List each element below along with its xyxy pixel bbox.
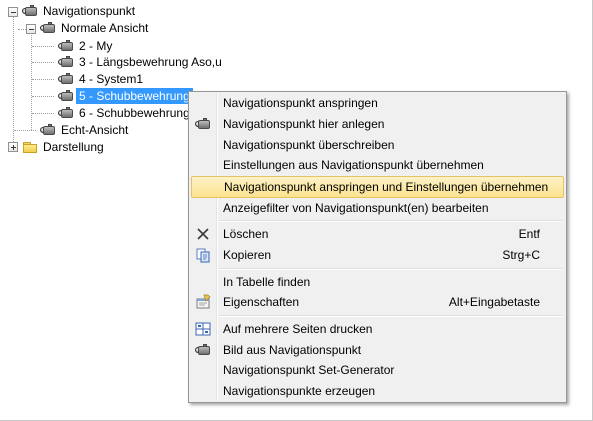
- tree-node-label: Echt-Ansicht: [61, 123, 129, 137]
- camera-icon: [58, 106, 74, 120]
- menu-item-auf-mehrere-seiten-drucken[interactable]: Auf mehrere Seiten drucken: [191, 319, 564, 339]
- menu-item-label: Navigationspunkt überschreiben: [223, 138, 395, 152]
- tree-node-normale-ansicht[interactable]: Normale Ansicht: [40, 20, 151, 36]
- menu-item-label: Navigationspunkt hier anlegen: [223, 117, 385, 131]
- menu-item-label: Auf mehrere Seiten drucken: [223, 322, 373, 336]
- tree-node-label: 3 - Längsbewehrung Aso,u: [79, 55, 222, 69]
- tree-node-echt-ansicht[interactable]: Echt-Ansicht: [40, 122, 131, 138]
- menu-item-shortcut: Entf: [518, 227, 540, 241]
- menu-item-label: Navigationspunkt anspringen und Einstell…: [224, 180, 549, 194]
- menu-item-set-generator[interactable]: Navigationspunkt Set-Generator: [191, 360, 564, 380]
- tree-node-label: Darstellung: [43, 140, 104, 154]
- tree-node-label: 5 - Schubbewehrung: [76, 88, 193, 104]
- menu-item-loeschen[interactable]: Löschen Entf: [191, 224, 564, 244]
- tree-node-label: 4 - System1: [79, 72, 144, 86]
- context-menu: Navigationspunkt anspringen Navigationsp…: [188, 91, 567, 403]
- menu-item-label: Eigenschaften: [223, 295, 300, 309]
- menu-item-navigationspunkt-anspringen[interactable]: Navigationspunkt anspringen: [191, 93, 564, 113]
- camera-icon: [40, 21, 56, 35]
- multi-page-print-icon: [195, 321, 211, 337]
- menu-item-label: Löschen: [223, 227, 269, 241]
- tree-connector: [31, 33, 32, 130]
- menu-item-label: Kopieren: [223, 248, 272, 262]
- tree-connector: [32, 62, 54, 63]
- tree-node-navigationspunkt[interactable]: Navigationspunkt: [22, 3, 138, 19]
- menu-item-label: Navigationspunkt Set-Generator: [223, 363, 395, 377]
- tree-node-4-system1[interactable]: 4 - System1: [58, 71, 146, 87]
- menu-item-anspringen-und-einstellungen-uebernehmen[interactable]: Navigationspunkt anspringen und Einstell…: [191, 176, 564, 198]
- menu-separator: [219, 268, 563, 270]
- camera-icon: [40, 123, 56, 137]
- tree-node-label: 2 - My: [79, 39, 113, 53]
- tree-connector: [14, 130, 36, 131]
- menu-item-label: In Tabelle finden: [223, 275, 311, 289]
- tree-node-6-schubbewehrung[interactable]: 6 - Schubbewehrung: [58, 105, 193, 121]
- tree-node-darstellung[interactable]: Darstellung: [22, 139, 107, 155]
- tree-connector: [32, 79, 54, 80]
- menu-item-navigationspunkte-erzeugen[interactable]: Navigationspunkte erzeugen: [191, 381, 564, 401]
- camera-icon: [195, 342, 211, 358]
- menu-item-bild-aus-navigationspunkt[interactable]: Bild aus Navigationspunkt: [191, 340, 564, 360]
- menu-separator: [219, 220, 563, 222]
- camera-icon: [58, 89, 74, 103]
- tree-node-label: Navigationspunkt: [43, 4, 136, 18]
- menu-item-label: Einstellungen aus Navigationspunkt übern…: [223, 158, 484, 172]
- tree-collapse-toggle[interactable]: [8, 7, 18, 17]
- menu-item-navigationspunkt-ueberschreiben[interactable]: Navigationspunkt überschreiben: [191, 135, 564, 155]
- camera-icon: [58, 55, 74, 69]
- menu-item-label: Bild aus Navigationspunkt: [223, 343, 362, 357]
- menu-item-einstellungen-uebernehmen[interactable]: Einstellungen aus Navigationspunkt übern…: [191, 155, 564, 175]
- menu-item-shortcut: Strg+C: [502, 248, 540, 262]
- camera-icon: [195, 116, 211, 132]
- menu-item-label: Anzeigefilter von Navigationspunkt(en) b…: [223, 201, 489, 215]
- folder-icon: [22, 140, 38, 154]
- tree-connector: [32, 46, 54, 47]
- menu-item-label: Navigationspunkt anspringen: [223, 96, 378, 110]
- menu-item-kopieren[interactable]: Kopieren Strg+C: [191, 245, 564, 265]
- menu-item-eigenschaften[interactable]: Eigenschaften Alt+Eingabetaste: [191, 292, 564, 312]
- menu-item-in-tabelle-finden[interactable]: In Tabelle finden: [191, 272, 564, 292]
- camera-icon: [58, 39, 74, 53]
- menu-item-navigationspunkt-hier-anlegen[interactable]: Navigationspunkt hier anlegen: [191, 114, 564, 134]
- tree-expand-toggle[interactable]: [8, 142, 18, 152]
- delete-x-icon: [195, 226, 211, 242]
- tree-connector: [32, 96, 54, 97]
- tree-node-label: 6 - Schubbewehrung: [79, 106, 190, 120]
- tree-connector: [32, 113, 54, 114]
- menu-item-shortcut: Alt+Eingabetaste: [448, 295, 540, 309]
- menu-item-anzeigefilter-bearbeiten[interactable]: Anzeigefilter von Navigationspunkt(en) b…: [191, 198, 564, 218]
- copy-icon: [195, 247, 211, 263]
- menu-separator: [219, 315, 563, 317]
- properties-icon: [195, 294, 211, 310]
- tree-node-2-my[interactable]: 2 - My: [58, 38, 115, 54]
- tree-collapse-toggle[interactable]: [26, 24, 36, 34]
- tree-node-5-schubbewehrung[interactable]: 5 - Schubbewehrung: [58, 88, 193, 104]
- menu-item-label: Navigationspunkte erzeugen: [223, 384, 376, 398]
- tree-node-label: Normale Ansicht: [61, 21, 149, 35]
- camera-icon: [22, 4, 38, 18]
- camera-icon: [58, 72, 74, 86]
- tree-node-3-laengsbewehrung[interactable]: 3 - Längsbewehrung Aso,u: [58, 54, 225, 70]
